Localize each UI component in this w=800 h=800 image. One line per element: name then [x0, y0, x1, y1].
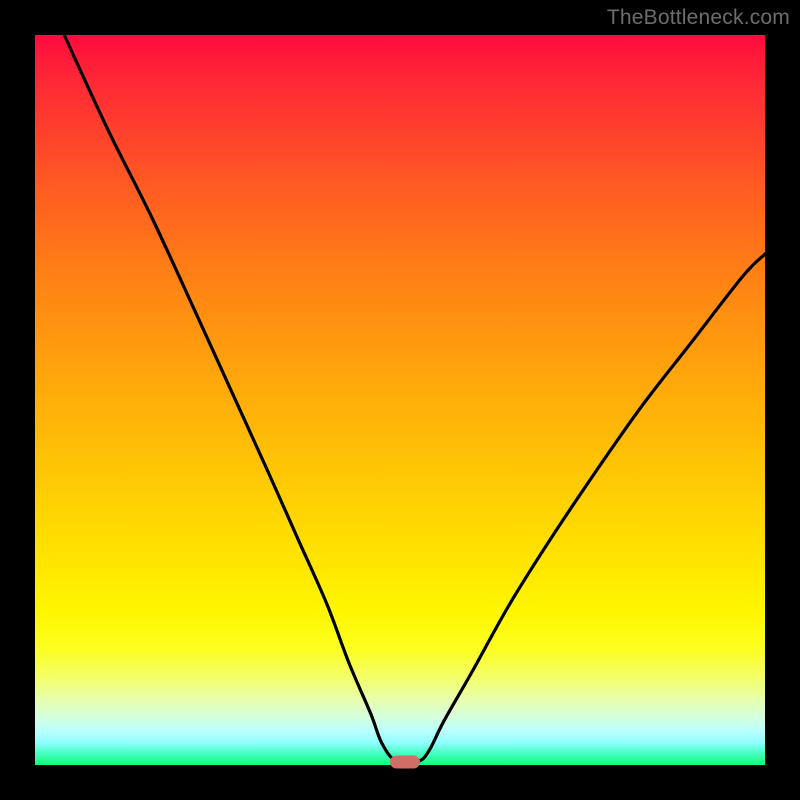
attribution-text: TheBottleneck.com: [607, 6, 790, 30]
bottleneck-curve: [35, 35, 765, 765]
curve-path: [64, 35, 765, 763]
plot-area: [35, 35, 765, 765]
optimum-marker: [390, 756, 420, 769]
chart-frame: TheBottleneck.com: [0, 0, 800, 800]
